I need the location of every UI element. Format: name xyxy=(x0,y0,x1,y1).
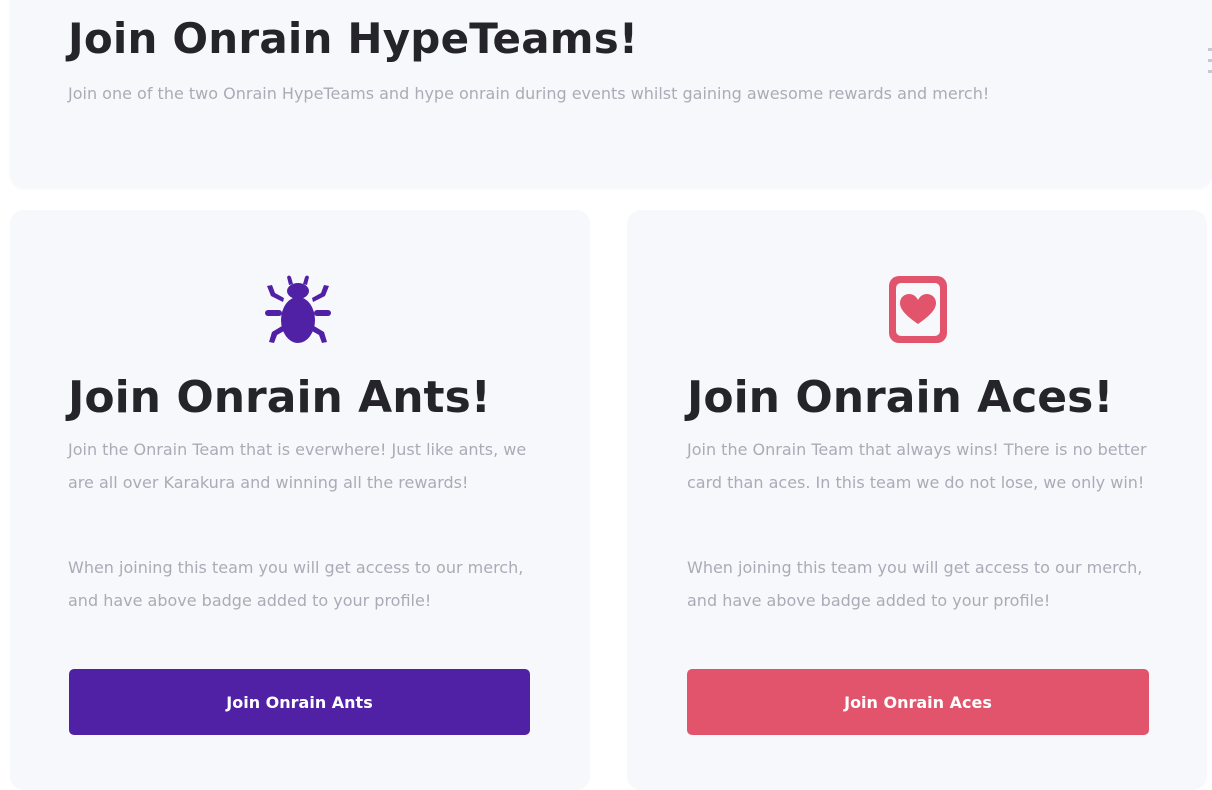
team-perks-note: When joining this team you will get acce… xyxy=(68,558,524,610)
team-title: Join Onrain Aces! xyxy=(687,372,1114,423)
hero-banner: Join Onrain HypeTeams! Join one of the t… xyxy=(10,0,1212,188)
join-ants-button[interactable]: Join Onrain Ants xyxy=(69,669,530,735)
team-description: Join the Onrain Team that is everwhere! … xyxy=(68,440,527,492)
page-subtitle: Join one of the two Onrain HypeTeams and… xyxy=(68,84,990,103)
bug-icon xyxy=(265,275,331,343)
team-title: Join Onrain Ants! xyxy=(68,372,491,423)
page: Join Onrain HypeTeams! Join one of the t… xyxy=(0,0,1212,790)
heart-card-icon xyxy=(889,276,947,343)
team-card-aces: Join Onrain Aces! Join the Onrain Team t… xyxy=(627,210,1207,790)
join-aces-button[interactable]: Join Onrain Aces xyxy=(687,669,1149,735)
team-perks-note: When joining this team you will get acce… xyxy=(687,558,1143,610)
offscreen-panel-edge xyxy=(1206,40,1212,130)
team-description: Join the Onrain Team that always wins! T… xyxy=(687,440,1147,492)
page-title: Join Onrain HypeTeams! xyxy=(68,14,639,63)
team-card-ants: Join Onrain Ants! Join the Onrain Team t… xyxy=(10,210,590,790)
